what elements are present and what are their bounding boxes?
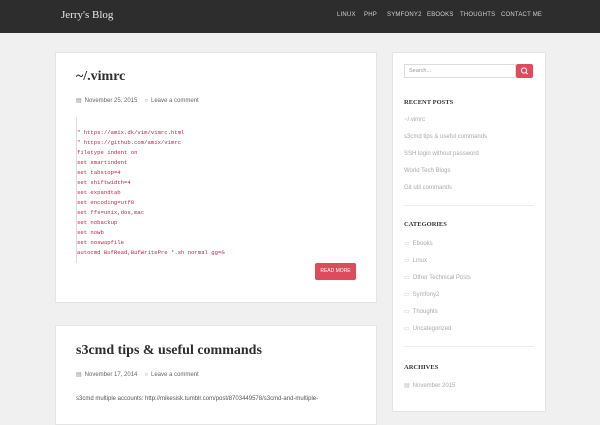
widget-divider [404,205,534,206]
post-card: ~/.vimrc ▤ November 25, 2015 ○ Leave a comm… [55,52,377,303]
archives-title: ARCHIVES [404,364,439,371]
recent-post-link[interactable]: ~/.vimrc [404,117,425,123]
code-line: autocmd BufRead,BufWritePre *.sh normal … [77,249,225,256]
category-link[interactable]: ▭ Other Technical Posts [404,274,471,281]
categories-title: CATEGORIES [404,221,447,228]
comment-icon: ○ [144,98,148,104]
top-navbar: Jerry's Blog LINUX PHP SYMFONY2 EBOOKS T… [0,0,600,33]
category-link[interactable]: ▭ Ebooks [404,240,433,247]
category-label: Symfony2 [412,292,440,298]
comment-link[interactable]: Leave a comment [151,98,199,104]
archive-link[interactable]: ▤ November 2015 [404,382,455,389]
folder-icon: ▭ [404,292,410,298]
recent-posts-title: RECENT POSTS [404,99,454,106]
recent-post-link[interactable]: World Tech Blogs [404,168,450,174]
code-line: set smartindent [77,159,128,166]
nav-item-contact-me[interactable]: CONTACT ME [501,12,542,18]
nav-item-linux[interactable]: LINUX [337,12,356,18]
post-meta: ▤ November 17, 2014 ○ Leave a comment [76,371,199,378]
comment-icon: ○ [144,372,148,378]
code-line: set shiftwidth=4 [77,179,131,186]
calendar-icon: ▤ [404,383,410,389]
widget-divider [404,346,534,347]
post-title[interactable]: ~/.vimrc [76,69,125,85]
post-date[interactable]: November 25, 2015 [85,98,138,104]
category-link[interactable]: ▭ Uncategorized [404,325,451,332]
category-link[interactable]: ▭ Linux [404,257,427,264]
code-line: set expandtab [77,189,121,196]
site-title[interactable]: Jerry's Blog [61,9,113,21]
category-link[interactable]: ▭ Symfony2 [404,291,439,298]
post-meta: ▤ November 25, 2015 ○ Leave a comment [76,97,199,104]
code-line: " https://github.com/amix/vimrc [77,139,182,146]
code-line: set noswapfile [77,239,124,246]
folder-icon: ▭ [404,258,410,264]
category-label: Other Technical Posts [412,275,471,281]
nav-item-ebooks[interactable]: EBOOKS [427,12,454,18]
code-block: " https://amix.dk/vim/vimrc.html " https… [76,117,356,263]
code-line: set ffs=unix,dos,mac [77,209,145,216]
search-input[interactable] [404,64,516,78]
folder-icon: ▭ [404,309,410,315]
category-label: Ebooks [412,241,433,247]
code-line: set nowb [77,229,104,236]
sidebar: RECENT POSTS ~/.vimrc s3cmd tips & usefu… [392,52,546,412]
calendar-icon: ▤ [76,372,82,378]
category-link[interactable]: ▭ Thoughts [404,308,438,315]
code-line: " https://amix.dk/vim/vimrc.html [77,129,185,136]
nav-item-php[interactable]: PHP [364,12,377,18]
calendar-icon: ▤ [76,98,82,104]
search-icon [520,67,528,75]
recent-post-link[interactable]: SSH login without password [404,151,479,157]
recent-post-link[interactable]: s3cmd tips & useful commands [404,134,487,140]
nav-item-symfony2[interactable]: SYMFONY2 [387,12,422,18]
code-line: set encoding=utf8 [77,199,135,206]
category-label: Thoughts [412,309,438,315]
archive-label: November 2015 [412,383,456,389]
comment-link[interactable]: Leave a comment [151,372,199,378]
search-button[interactable] [516,64,533,78]
read-more-button[interactable]: READ MORE [315,263,356,280]
code-line: filetype indent on [77,149,138,156]
folder-icon: ▭ [404,275,410,281]
post-excerpt: s3cmd multiple accounts: http://mikesisk… [76,396,319,402]
code-line: set nobackup [77,219,118,226]
category-label: Uncategorized [412,326,452,332]
post-title[interactable]: s3cmd tips & useful commands [76,343,262,359]
code-line: set tabstop=4 [77,169,121,176]
post-date[interactable]: November 17, 2014 [85,372,138,378]
folder-icon: ▭ [404,241,410,247]
post-card: s3cmd tips & useful commands ▤ November 1… [55,325,377,425]
recent-post-link[interactable]: Git util commands [404,185,452,191]
category-label: Linux [412,258,428,264]
nav-item-thoughts[interactable]: THOUGHTS [460,12,495,18]
folder-icon: ▭ [404,326,410,332]
